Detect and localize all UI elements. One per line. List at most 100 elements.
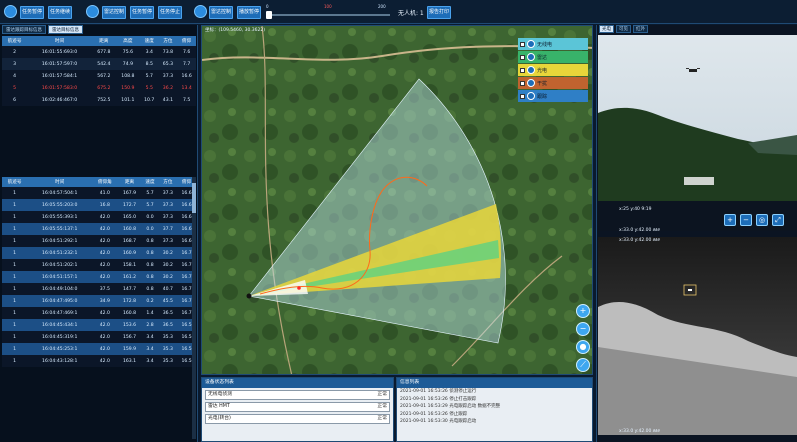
table-cell: 16:02:46:467:0 [27, 94, 92, 106]
zoom-out-icon[interactable]: − [740, 214, 752, 226]
table-cell: 37.3 [158, 70, 178, 82]
table-row[interactable]: 1 16:04:51:157:1 42.0 161.2 0.8 30.2 16.7 [2, 271, 196, 283]
timeline-slider[interactable]: 0 100 200 [266, 4, 390, 20]
column-header[interactable]: 航迹号 [2, 177, 28, 187]
radar-control-button[interactable]: 雷达控制 [102, 6, 126, 19]
sensor-icon [527, 53, 535, 61]
building [684, 177, 714, 185]
column-header[interactable]: 航迹号 [2, 36, 28, 46]
zoom-in-icon[interactable]: + [576, 304, 590, 318]
table-cell: 1.4 [141, 307, 159, 319]
target-marker[interactable] [297, 286, 301, 290]
table-row[interactable]: 1 16:04:43:128:1 42.0 163.1 3.4 35.3 16.5 [2, 355, 196, 367]
table-cell: 160.9 [117, 247, 142, 259]
slider-thumb[interactable] [266, 11, 272, 19]
map-view[interactable]: 坐标：(109.5460, 30.3622) 无线电 雷达 光电 干扰 跟踪 +… [201, 25, 593, 375]
device-row[interactable]: 雷达 HMT 正常 [205, 402, 390, 412]
table-scrollbar[interactable] [192, 177, 196, 439]
table-cell: 16:05:55:393:1 [27, 211, 93, 223]
column-header[interactable]: 俯仰 [177, 36, 196, 46]
table-row[interactable]: 1 16:04:45:253:1 42.0 159.9 3.4 35.3 16.5 [2, 343, 196, 355]
slider-track[interactable] [266, 14, 390, 16]
table-cell: 1 [2, 259, 28, 271]
table-cell: 156.7 [117, 331, 142, 343]
slider-tick-mid: 100 [324, 4, 332, 9]
task-stop-button[interactable]: 任务停止 [158, 6, 182, 19]
table-row[interactable]: 1 16:04:45:434:1 42.0 153.6 2.8 36.5 16.5 [2, 319, 196, 331]
legend-checkbox[interactable] [520, 80, 525, 86]
infrared-camera-feed[interactable] [598, 237, 797, 435]
table-row[interactable]: 1 16:04:49:104:0 37.5 147.7 0.8 40.7 16.7 [2, 283, 196, 295]
column-header[interactable]: 高度 [115, 36, 140, 46]
message-item: 2021-09-01 16:53:26 停止打击跟踪 [400, 396, 477, 402]
camera-icon[interactable] [194, 5, 207, 18]
zoom-in-icon[interactable]: + [724, 214, 736, 226]
task-pause-button-2[interactable]: 任务暂停 [130, 6, 154, 19]
measure-icon[interactable]: ⟋ [576, 358, 590, 372]
legend-checkbox[interactable] [520, 67, 525, 73]
visible-camera-feed[interactable] [598, 35, 797, 201]
table-row[interactable]: 3 16:01:57:597:0 542.4 74.9 8.5 65.3 7.7 [2, 58, 196, 70]
table-row[interactable]: 1 16:04:51:202:1 42.0 158.1 0.8 30.2 16.7 [2, 259, 196, 271]
task-continue-button[interactable]: 任务继续 [48, 6, 72, 19]
device-row[interactable]: 无线电侦测 正常 [205, 390, 390, 400]
playback-pause-button[interactable]: 播放暂停 [237, 6, 261, 19]
tab-visible[interactable]: 可见 [616, 25, 631, 33]
legend-item[interactable]: 跟踪 [518, 90, 588, 102]
device-row[interactable]: 光电(转台) 正常 [205, 414, 390, 424]
settings-icon[interactable] [4, 5, 17, 18]
legend-item[interactable]: 雷达 [518, 51, 588, 63]
fullscreen-icon[interactable]: ⤢ [772, 214, 784, 226]
table-row[interactable]: 1 16:05:55:203:0 16.8 172.7 5.7 37.3 16.6 [2, 199, 196, 211]
table-cell: 2 [2, 46, 28, 58]
table-row[interactable]: 1 16:04:51:292:1 42.0 168.7 0.8 37.3 16.6 [2, 235, 196, 247]
legend-item[interactable]: 光电 [518, 64, 588, 76]
legend-item[interactable]: 无线电 [518, 38, 588, 50]
station-marker[interactable] [246, 293, 252, 299]
report-print-button[interactable]: 报告打印 [427, 6, 451, 19]
table-cell: 16:04:49:104:0 [27, 283, 93, 295]
column-header[interactable]: 距离 [117, 177, 142, 187]
sensor-icon [527, 79, 535, 87]
table-row[interactable]: 1 16:04:47:495:0 34.9 172.8 0.2 45.5 16.7 [2, 295, 196, 307]
radar-control-button-2[interactable]: 雷达控制 [209, 6, 233, 19]
table-row[interactable]: 1 16:05:55:393:1 42.0 165.0 0.0 37.3 16.6 [2, 211, 196, 223]
zoom-out-icon[interactable]: − [576, 322, 590, 336]
table-row[interactable]: 1 16:04:57:504:1 41.0 167.9 5.7 37.3 16.6 [2, 187, 196, 199]
column-header[interactable]: 速度 [141, 177, 159, 187]
table-row[interactable]: 1 16:04:51:232:1 42.0 160.9 0.8 30.2 16.7 [2, 247, 196, 259]
table-row[interactable]: 2 16:01:55:693:0 677.8 75.6 3.4 73.8 7.6 [2, 46, 196, 58]
task-pause-button[interactable]: 任务暂停 [20, 6, 44, 19]
column-header[interactable]: 速度 [139, 36, 159, 46]
legend-item[interactable]: 干扰 [518, 77, 588, 89]
table-row[interactable]: 1 16:04:47:469:1 42.0 160.8 1.4 36.5 16.7 [2, 307, 196, 319]
table-row[interactable]: 1 16:04:45:319:1 42.0 156.7 3.4 35.3 16.5 [2, 331, 196, 343]
radar-icon[interactable] [86, 5, 99, 18]
table-cell: 567.2 [91, 70, 116, 82]
tab-optical[interactable]: 光电 [599, 25, 614, 33]
legend-label: 干扰 [537, 80, 548, 87]
tab-radar-tracking[interactable]: 雷达跟踪目标信息 [2, 25, 46, 34]
table-row[interactable]: 4 16:01:57:584:1 567.2 108.8 5.7 37.3 16.6 [2, 70, 196, 82]
tab-infrared[interactable]: 红外 [633, 25, 648, 33]
focus-icon[interactable]: ◎ [756, 214, 768, 226]
column-header[interactable]: 俯仰角 [92, 177, 118, 187]
table-row[interactable]: 6 16:02:46:467:0 752.5 101.1 10.7 43.1 7.5 [2, 94, 196, 106]
table-row[interactable]: 1 16:05:55:137:1 42.0 160.8 0.0 37.7 16.6 [2, 223, 196, 235]
legend-checkbox[interactable] [520, 93, 525, 99]
locate-icon[interactable]: ● [576, 340, 590, 354]
column-header[interactable]: 方位 [158, 36, 178, 46]
toolbar: 任务暂停 任务继续 雷达控制 任务暂停 任务停止 雷达控制 播放暂停 0 100… [0, 0, 797, 24]
device-status: 正常 [377, 416, 387, 421]
legend-checkbox[interactable] [520, 41, 525, 47]
legend-checkbox[interactable] [520, 54, 525, 60]
table-cell: 1 [2, 283, 28, 295]
table-cell: 7.5 [177, 94, 196, 106]
column-header[interactable]: 距离 [91, 36, 116, 46]
scrollbar-knob[interactable] [192, 183, 196, 213]
column-header[interactable]: 方位 [158, 177, 178, 187]
tab-radar-targets[interactable]: 雷达目标信息 [48, 25, 83, 34]
column-header[interactable]: 时间 [27, 177, 93, 187]
table-row[interactable]: 5 16:01:57:583:0 675.2 150.9 5.5 36.2 13.4 [2, 82, 196, 94]
column-header[interactable]: 时间 [27, 36, 92, 46]
